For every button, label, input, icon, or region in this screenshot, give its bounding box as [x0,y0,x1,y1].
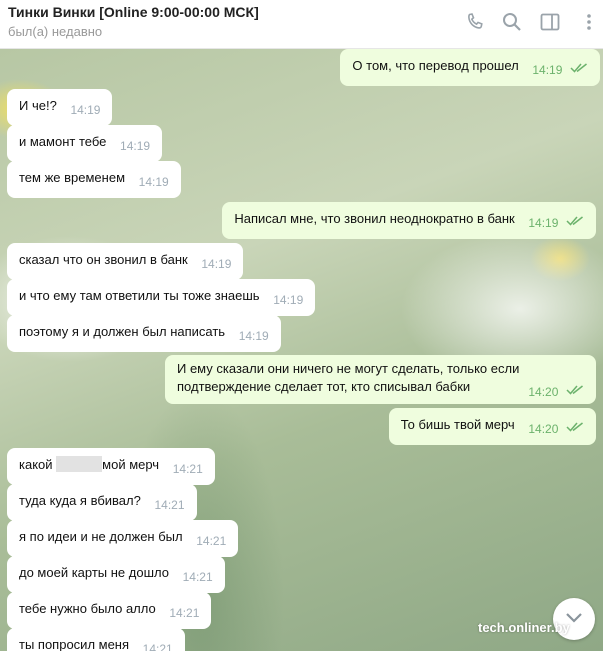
message-text: тем же временем [19,170,126,185]
message-area[interactable]: О том, что перевод прошел 14:19 И че!? 1… [0,49,603,651]
message-incoming[interactable]: до моей карты не дошло 14:21 [7,556,225,593]
message-text: сказал что он звонил в банк [19,252,188,267]
message-time: 14:21 [169,606,200,620]
message-time: 14:20 [528,422,559,436]
message-time: 14:19 [201,257,232,271]
message-text: ты попросил меня [19,637,130,651]
message-text: поэтому я и должен был написать [19,324,226,339]
chat-title[interactable]: Тинки Винки [Online 9:00-00:00 МСК] [8,4,259,20]
message-outgoing[interactable]: Написал мне, что звонил неоднократно в б… [222,202,596,239]
message-outgoing[interactable]: О том, что перевод прошел 14:19 [340,49,600,86]
message-time: 14:19 [70,103,101,117]
chat-status: был(а) недавно [8,24,103,39]
message-text: Написал мне, что звонил неоднократно в б… [234,211,515,226]
message-time: 14:21 [142,642,173,651]
message-time: 14:21 [182,570,213,584]
read-checkmarks-icon [570,63,587,73]
message-incoming[interactable]: и мамонт тебе 14:19 [7,125,163,162]
message-text: тебе нужно было алло [19,601,156,616]
message-incoming[interactable]: тебе нужно было алло 14:21 [7,592,212,629]
message-outgoing[interactable]: То бишь твой мерч 14:20 [388,408,596,445]
message-incoming[interactable]: и что ему там ответили ты тоже знаешь 14… [7,279,316,316]
message-text: То бишь твой мерч [400,417,515,432]
message-outgoing[interactable]: И ему сказали они ничего не могут сделат… [165,355,596,404]
more-icon[interactable] [583,10,595,34]
read-checkmarks-icon [566,422,583,432]
message-time: 14:19 [532,63,563,77]
message-text: И че!? [19,98,57,113]
message-text: туда куда я вбивал? [19,493,141,508]
message-incoming[interactable]: какой мой мерч 14:21 [7,448,215,485]
message-time: 14:19 [138,175,169,189]
message-time: 14:21 [196,534,227,548]
message-incoming[interactable]: сказал что он звонил в банк 14:19 [7,243,244,280]
message-text: до моей карты не дошло [19,565,169,580]
message-time: 14:21 [172,462,203,476]
phone-icon[interactable] [463,10,487,34]
message-time: 14:19 [528,216,559,230]
message-time: 14:21 [154,498,185,512]
message-text: и что ему там ответили ты тоже знаешь [19,288,260,303]
message-text: мой мерч [102,457,160,472]
message-text-line: И ему сказали они ничего не могут сделат… [177,361,520,376]
read-checkmarks-icon [566,216,583,226]
message-incoming[interactable]: И че!? 14:19 [7,89,113,126]
message-text: О том, что перевод прошел [352,58,519,73]
message-text: какой [19,457,53,472]
message-text: и мамонт тебе [19,134,107,149]
message-text: я по идеи и не должен был [19,529,183,544]
watermark: tech.onliner.by [478,620,570,635]
message-incoming[interactable]: поэтому я и должен был написать 14:19 [7,315,281,352]
read-checkmarks-icon [566,385,583,395]
chat-header: Тинки Винки [Online 9:00-00:00 МСК] был(… [0,0,603,49]
redacted-block [56,456,103,472]
message-incoming[interactable]: туда куда я вбивал? 14:21 [7,484,197,521]
message-time: 14:19 [120,139,151,153]
message-incoming[interactable]: я по идеи и не должен был 14:21 [7,520,239,557]
message-text-line: подтверждение сделает тот, кто списывал … [177,379,471,394]
message-incoming[interactable]: ты попросил меня 14:21 [7,628,185,651]
search-icon[interactable] [500,10,524,34]
message-time: 14:19 [273,293,304,307]
sidebar-toggle-icon[interactable] [538,10,562,34]
message-time: 14:20 [528,385,559,399]
message-incoming[interactable]: тем же временем 14:19 [7,161,181,198]
message-time: 14:19 [238,329,269,343]
